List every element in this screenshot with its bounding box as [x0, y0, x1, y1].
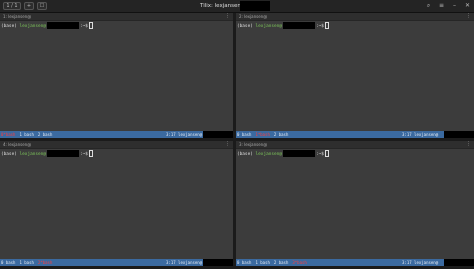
- text-cursor: [324, 150, 330, 157]
- pane-header: 1: lexjansen@ ⋮: [0, 13, 233, 21]
- menu-icon[interactable]: ≡: [438, 2, 445, 9]
- prompt-path: :~$: [79, 24, 88, 29]
- add-terminal-button[interactable]: +: [24, 2, 34, 10]
- prompt-path: :~$: [315, 152, 324, 157]
- window-titlebar: 1 / 1 + ☐ Tilix: lexjansen@ ⌕ ≡ – ✕: [0, 0, 474, 13]
- status-clock-host: 3:17 lexjansen@: [166, 132, 203, 137]
- tmux-window-tab[interactable]: 0 bash: [237, 260, 251, 265]
- tmux-window-tab[interactable]: 1 bash: [19, 132, 33, 137]
- tmux-window-tab[interactable]: 2 bash: [38, 132, 52, 137]
- text-cursor: [324, 22, 330, 29]
- sidebar-toggle-button[interactable]: ☐: [37, 2, 47, 10]
- status-clock-host: 3:17 lexjansen@: [166, 260, 203, 265]
- text-cursor: [88, 22, 94, 29]
- prompt-path: :~$: [79, 152, 88, 157]
- tmux-statusbar: 0*bash 1 bash 2 bash 3:17 lexjansen@: [0, 131, 233, 138]
- redacted-hostname: [240, 1, 270, 11]
- tmux-statusbar: 0 bash 1*bash 2 bash 3:17 lexjansen@: [236, 131, 474, 138]
- prompt-path: :~$: [315, 24, 324, 29]
- pane-menu-icon[interactable]: ⋮: [225, 13, 230, 20]
- tmux-window-tab[interactable]: 2 bash: [274, 132, 288, 137]
- pane-title: 2: lexjansen@: [239, 14, 268, 19]
- shell-prompt[interactable]: (base) lexjansen@ :~$: [1, 150, 94, 158]
- tmux-window-tab[interactable]: 1 bash: [255, 260, 269, 265]
- text-cursor: [88, 150, 94, 157]
- tmux-window-tab[interactable]: 1*bash: [255, 132, 269, 137]
- status-clock-host: 3:17 lexjansen@: [402, 260, 439, 265]
- shell-prompt[interactable]: (base) lexjansen@ :~$: [237, 150, 330, 158]
- terminal-pane-4[interactable]: 4: lexjansen@ ⋮ (base) lexjansen@ :~$ 0 b…: [0, 141, 233, 266]
- prompt-user: lexjansen@: [19, 24, 46, 29]
- shell-prompt[interactable]: (base) lexjansen@ :~$: [237, 22, 330, 30]
- tmux-statusbar: 0 bash 1 bash 2 bash 3*bash 3:17 lexjansen@: [236, 259, 474, 266]
- pane-menu-icon[interactable]: ⋮: [466, 141, 471, 148]
- pane-header: 3: lexjansen@ ⋮: [236, 141, 474, 149]
- redacted-host: [46, 150, 79, 157]
- pane-menu-icon[interactable]: ⋮: [225, 141, 230, 148]
- tmux-window-tab[interactable]: 1 bash: [19, 260, 33, 265]
- prompt-user: lexjansen@: [255, 24, 282, 29]
- tmux-window-tab[interactable]: 0 bash: [237, 132, 251, 137]
- shell-prompt[interactable]: (base) lexjansen@ :~$: [1, 22, 94, 30]
- redacted-host: [203, 259, 233, 266]
- redacted-host: [46, 22, 79, 29]
- terminal-pane-2[interactable]: 2: lexjansen@ ⋮ (base) lexjansen@ :~$ 0 b…: [236, 13, 474, 138]
- conda-env: (base): [237, 24, 256, 29]
- pane-title: 4: lexjansen@: [3, 142, 32, 147]
- tmux-window-tab[interactable]: 0*bash: [1, 132, 15, 137]
- search-icon[interactable]: ⌕: [425, 2, 432, 9]
- status-clock-host: 3:17 lexjansen@: [402, 132, 439, 137]
- pane-header: 4: lexjansen@ ⋮: [0, 141, 233, 149]
- tmux-statusbar: 0 bash 1 bash 2*bash 3:17 lexjansen@: [0, 259, 233, 266]
- redacted-host: [444, 131, 474, 138]
- redacted-host: [282, 150, 315, 157]
- titlebar-right-controls: ⌕ ≡ – ✕: [425, 2, 471, 9]
- redacted-host: [203, 131, 233, 138]
- tmux-window-tab[interactable]: 0 bash: [1, 260, 15, 265]
- conda-env: (base): [237, 152, 256, 157]
- minimize-icon[interactable]: –: [451, 2, 458, 9]
- pane-title: 3: lexjansen@: [239, 142, 268, 147]
- terminal-pane-1[interactable]: 1: lexjansen@ ⋮ (base) lexjansen@ :~$ 0*b…: [0, 13, 233, 138]
- redacted-host: [282, 22, 315, 29]
- conda-env: (base): [1, 152, 20, 157]
- terminal-pane-3[interactable]: 3: lexjansen@ ⋮ (base) lexjansen@ :~$ 0 b…: [236, 141, 474, 266]
- titlebar-left-controls: 1 / 1 + ☐: [3, 2, 47, 10]
- prompt-user: lexjansen@: [255, 152, 282, 157]
- pane-title: 1: lexjansen@: [3, 14, 32, 19]
- tmux-window-tab[interactable]: 3*bash: [292, 260, 306, 265]
- close-icon[interactable]: ✕: [464, 2, 471, 9]
- redacted-host: [444, 259, 474, 266]
- tmux-window-tab[interactable]: 2 bash: [274, 260, 288, 265]
- pane-menu-icon[interactable]: ⋮: [466, 13, 471, 20]
- conda-env: (base): [1, 24, 20, 29]
- pane-header: 2: lexjansen@ ⋮: [236, 13, 474, 21]
- prompt-user: lexjansen@: [19, 152, 46, 157]
- session-switcher-button[interactable]: 1 / 1: [3, 2, 21, 10]
- tmux-window-tab[interactable]: 2*bash: [38, 260, 52, 265]
